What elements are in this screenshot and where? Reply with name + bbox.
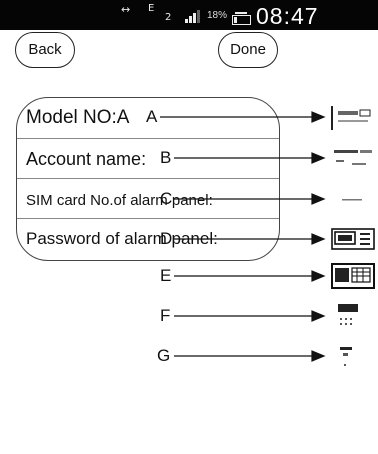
- callout-letter-g: G: [157, 346, 171, 365]
- signal-icon: [185, 9, 203, 23]
- arrow-head-e: [311, 270, 326, 282]
- done-button[interactable]: Done: [218, 32, 278, 68]
- device-thumbnail-c: [342, 199, 362, 201]
- battery-icon: [232, 12, 251, 25]
- arrow-head-f: [311, 310, 326, 322]
- panel-password-label: Password of alarm panel:: [26, 229, 218, 248]
- callout-letter-a: A: [146, 107, 158, 126]
- arrow-head-d: [311, 233, 326, 245]
- usb-debug-icon: ↔: [121, 3, 131, 16]
- back-button[interactable]: Back: [15, 32, 75, 68]
- battery-percent: 18%: [207, 10, 228, 21]
- callout-letter-e: E: [160, 266, 172, 285]
- panel-password-row[interactable]: Password of alarm panel:: [17, 218, 279, 258]
- callout-letter-b: B: [160, 148, 172, 167]
- account-name-row[interactable]: Account name:: [17, 138, 279, 179]
- data-type-icon: E: [148, 3, 155, 14]
- sim-card-row[interactable]: SIM card No.of alarm panel:: [17, 178, 279, 219]
- account-name-label: Account name:: [26, 149, 147, 169]
- device-thumbnail-a: [331, 106, 371, 130]
- arrow-head-c: [311, 193, 326, 205]
- status-bar: ↔ E 2 18% 08:47: [0, 0, 378, 30]
- device-thumbnail-f: [338, 304, 358, 325]
- sim-slot-label: 2: [165, 12, 172, 23]
- arrow-head-b: [311, 152, 326, 164]
- arrow-head-a: [311, 111, 326, 123]
- callout-letter-c: C: [160, 189, 173, 208]
- device-thumbnail-e: [331, 263, 375, 289]
- device-thumbnail-d: [331, 228, 375, 250]
- model-number-label: Model NO:A: [26, 107, 130, 128]
- callout-letter-d: D: [160, 229, 173, 248]
- callout-letter-f: F: [160, 306, 171, 325]
- device-thumbnail-b: [334, 150, 372, 165]
- status-time: 08:47: [256, 3, 319, 29]
- device-thumbnail-g: [340, 347, 352, 366]
- arrow-head-g: [311, 350, 326, 362]
- sim-card-label: SIM card No.of alarm panel:: [26, 192, 213, 209]
